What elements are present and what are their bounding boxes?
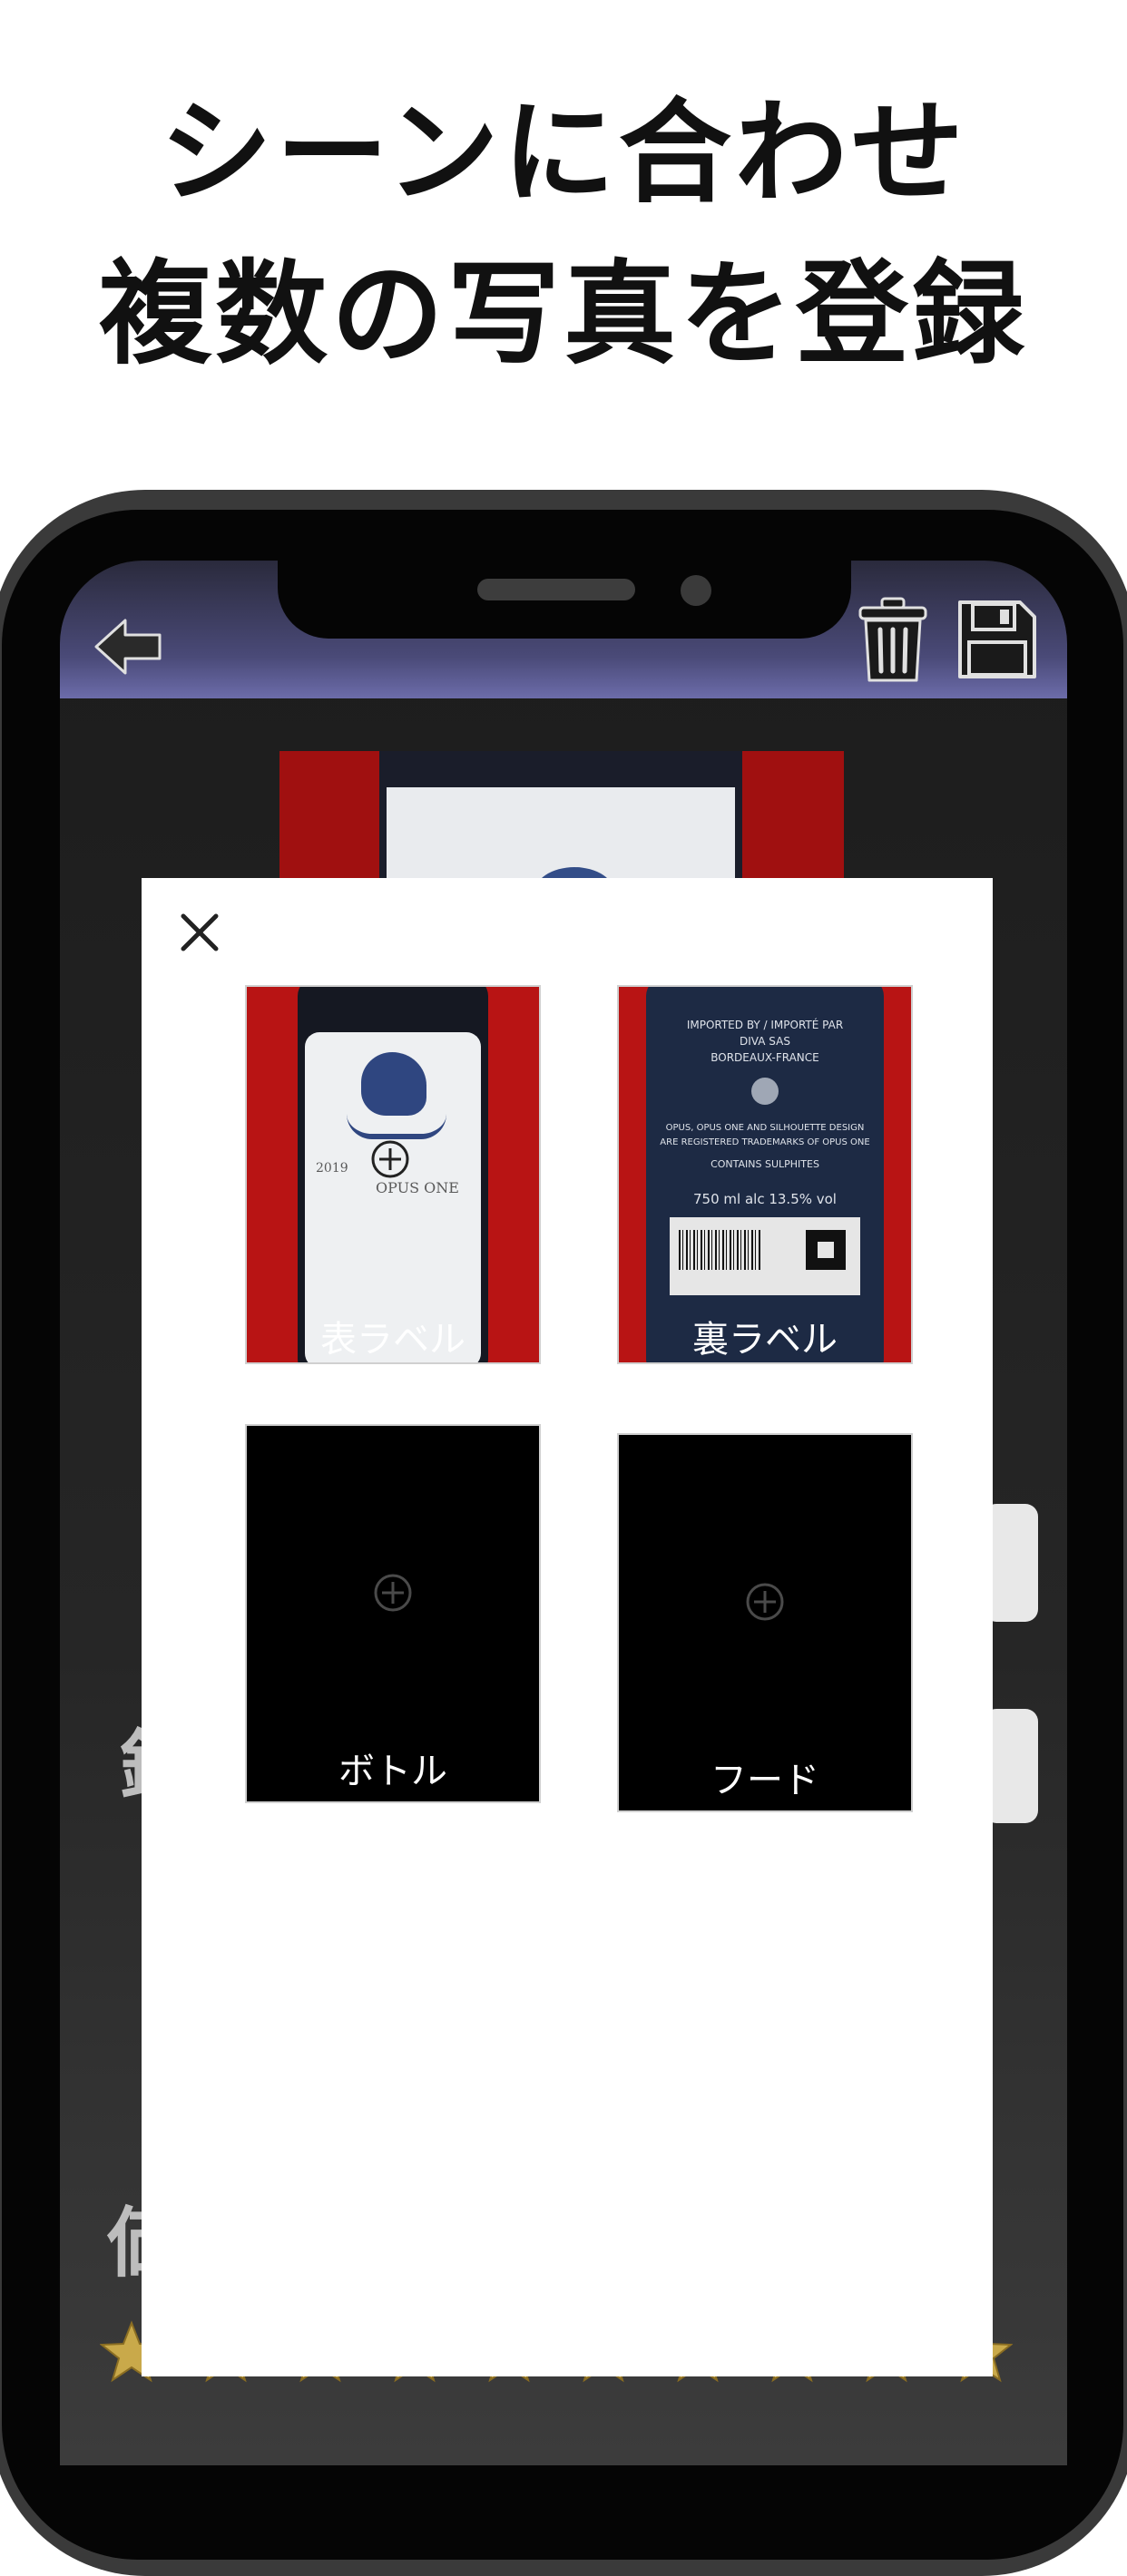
delete-button[interactable] <box>857 597 929 684</box>
photo-tile-food[interactable]: フード <box>619 1435 911 1810</box>
back-label-text: OPUS, OPUS ONE AND SILHOUETTE DESIGN <box>665 1123 865 1133</box>
close-button[interactable] <box>172 905 227 960</box>
back-label-text: CONTAINS SULPHITES <box>710 1158 819 1170</box>
back-label-photo: IMPORTED BY / IMPORTÉ PAR DIVA SAS BORDE… <box>619 987 911 1362</box>
photo-brand-text: OPUS ONE <box>376 1179 459 1196</box>
headline-line-2: 複数の写真を登録 <box>98 249 1028 380</box>
tile-label: 裏ラベル <box>692 1319 838 1361</box>
phone-camera <box>681 575 711 606</box>
back-label-text: DIVA SAS <box>740 1035 790 1048</box>
promo-headline: シーンに合わせ 複数の写真を登録 <box>0 73 1127 395</box>
back-arrow-icon <box>94 619 162 675</box>
tile-label: ボトル <box>338 1751 447 1792</box>
trash-icon <box>858 597 927 682</box>
add-photo-icon <box>746 1583 784 1621</box>
save-button[interactable] <box>956 599 1038 680</box>
back-label-text: BORDEAUX-FRANCE <box>710 1051 819 1064</box>
back-label-text: IMPORTED BY / IMPORTÉ PAR <box>686 1019 844 1031</box>
close-icon <box>181 913 219 951</box>
phone-speaker <box>477 579 635 600</box>
photo-tile-bottle[interactable]: ボトル <box>247 1426 539 1801</box>
photo-picker-modal: 2019 OPUS ONE 表ラベル IMPORTED BY / IMPORTÉ… <box>142 878 993 2376</box>
tile-label: 表ラベル <box>320 1319 466 1361</box>
add-photo-icon <box>371 1140 409 1178</box>
add-photo-icon <box>374 1574 412 1612</box>
main-photo-preview[interactable] <box>279 751 844 896</box>
photo-tile-front-label[interactable]: 2019 OPUS ONE 表ラベル <box>247 987 539 1362</box>
back-label-text: ARE REGISTERED TRADEMARKS OF OPUS ONE <box>660 1137 870 1147</box>
tile-label: フード <box>710 1760 819 1801</box>
save-icon <box>958 600 1036 678</box>
back-button[interactable] <box>93 615 165 678</box>
back-label-text: 750 ml alc 13.5% vol <box>693 1191 837 1207</box>
headline-line-1: シーンに合わせ <box>160 88 967 219</box>
photo-tile-back-label[interactable]: IMPORTED BY / IMPORTÉ PAR DIVA SAS BORDE… <box>619 987 911 1362</box>
photo-year-text: 2019 <box>316 1161 348 1176</box>
front-label-photo: 2019 OPUS ONE <box>247 987 539 1362</box>
